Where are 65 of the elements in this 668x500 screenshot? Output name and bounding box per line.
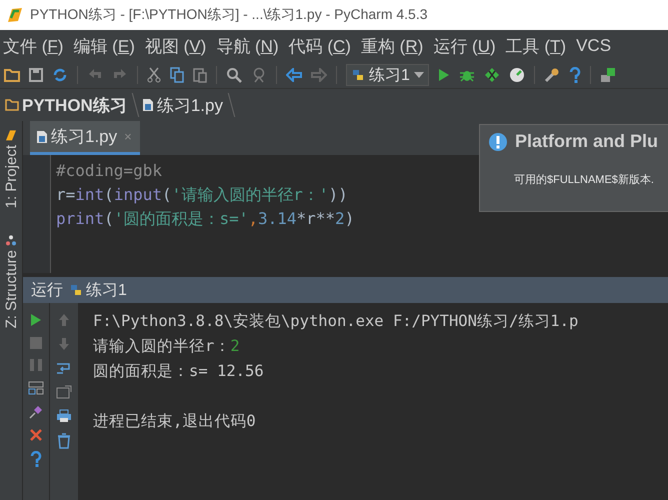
menu-item[interactable]: 工具 (T) (506, 34, 566, 58)
menu-item[interactable]: 重构 (R) (360, 34, 424, 58)
close-icon[interactable] (30, 429, 42, 441)
notification-title: Platform and Plu (515, 131, 658, 152)
side-tab[interactable]: 1: Project (2, 129, 20, 208)
run-panel-title: 运行 (31, 280, 63, 300)
folder-icon[interactable] (4, 68, 20, 82)
pin-icon[interactable] (29, 405, 43, 419)
trash-icon[interactable] (57, 433, 71, 449)
profiler-icon[interactable] (508, 67, 525, 83)
menu-item[interactable]: 编辑 (E) (73, 34, 135, 58)
print-icon[interactable] (56, 409, 72, 423)
plugin-icon[interactable] (600, 67, 616, 83)
help-icon[interactable] (568, 67, 581, 83)
cut-icon[interactable] (147, 67, 161, 83)
console-line: 进程已结束,退出代码0 (93, 411, 257, 432)
layout-icon[interactable] (28, 381, 44, 395)
wrench-icon[interactable] (544, 67, 560, 83)
console-line: F:\Python3.8.8\安装包\python.exe F:/PYTHON练习/练习1.p (93, 311, 578, 332)
menu-item[interactable]: 运行 (U) (433, 34, 496, 58)
down-arrow-icon[interactable] (58, 337, 70, 351)
code-line: r=int(input('请输入圆的半径r：')) (56, 184, 349, 206)
replace-icon[interactable] (251, 67, 267, 83)
copy-icon[interactable] (170, 67, 184, 83)
search-icon[interactable] (226, 67, 242, 83)
run-icon[interactable] (438, 68, 450, 82)
back-icon[interactable] (286, 68, 302, 82)
python-icon (351, 68, 365, 82)
rerun-icon[interactable] (30, 313, 42, 327)
console-line: 圆的面积是：s= 12.56 (93, 361, 265, 382)
breadcrumb-item[interactable]: PYTHON练习 (5, 94, 127, 116)
pause-icon[interactable] (30, 359, 42, 371)
editor-tab[interactable]: 练习1.py × (30, 121, 140, 155)
code-line: print('圆的面积是：s=',3.14*r**2) (56, 208, 354, 230)
help-icon[interactable] (30, 451, 42, 467)
folder-icon (5, 99, 19, 111)
console-line: 请输入圆的半径r：2 (93, 336, 241, 357)
up-arrow-icon[interactable] (58, 313, 70, 327)
sync-icon[interactable] (52, 67, 68, 83)
coverage-icon[interactable] (484, 67, 500, 83)
python-icon (69, 283, 83, 297)
menu-item[interactable]: 代码 (C) (288, 34, 351, 58)
menu-item[interactable]: 文件 (F) (3, 34, 64, 58)
menu-item[interactable]: 视图 (V) (144, 34, 206, 58)
soft-wrap-icon[interactable] (56, 361, 72, 375)
code-line: #coding=gbk (56, 160, 163, 182)
paste-icon[interactable] (193, 67, 207, 83)
project-icon (5, 129, 17, 141)
save-icon[interactable] (29, 68, 43, 82)
python-file-icon (142, 98, 154, 112)
forward-icon[interactable] (311, 68, 327, 82)
structure-icon (5, 234, 17, 246)
notification-text: 可用的$FULLNAME$新版本. (514, 172, 655, 187)
window-title: PYTHON练习 - [F:\PYTHON练习] - ...\练习1.py - PyCharm 4.5.3 (30, 6, 428, 24)
app-icon (6, 6, 24, 24)
menu-item[interactable]: VCS (576, 36, 612, 56)
export-icon[interactable] (56, 385, 72, 399)
breadcrumb-item[interactable]: 练习1.py (142, 94, 223, 116)
caret-icon (414, 72, 424, 78)
side-tab[interactable]: Z: Structure (2, 234, 20, 329)
run-config-tab[interactable]: 练习1 (69, 280, 127, 300)
python-file-icon (36, 130, 48, 144)
run-config-dropdown[interactable]: 练习1 (346, 64, 429, 86)
menu-item[interactable]: 导航 (N) (216, 34, 279, 58)
info-icon (488, 132, 508, 152)
